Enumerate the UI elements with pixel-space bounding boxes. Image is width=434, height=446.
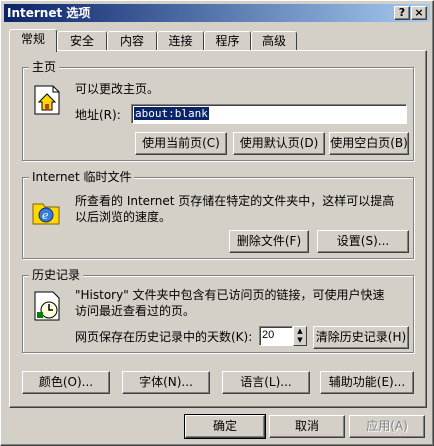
tab-advanced[interactable]: 高级 <box>251 31 297 51</box>
colors-label: 颜色(O)... <box>38 375 94 389</box>
svg-text:e: e <box>42 209 49 222</box>
tab-security[interactable]: 安全 <box>57 31 107 51</box>
delete-files-button[interactable]: 删除文件(F) <box>229 230 309 253</box>
cancel-label: 取消 <box>294 419 319 433</box>
temp-files-description-line1: 所查看的 Internet 页存储在特定的文件夹中，这样可以提高 <box>75 194 395 208</box>
accessibility-label: 辅助功能(E)... <box>328 375 406 389</box>
homepage-address-input[interactable]: about:blank <box>131 104 407 124</box>
home-page-icon <box>34 85 60 115</box>
apply-button[interactable]: 应用(A) <box>349 415 425 438</box>
fonts-button[interactable]: 字体(N)... <box>122 371 210 394</box>
help-button[interactable]: ? <box>394 6 410 20</box>
homepage-group-title: 主页 <box>29 60 60 74</box>
history-description-line2: 访问最近查看过的页。 <box>75 304 196 318</box>
history-days-input[interactable]: 20 <box>259 326 293 346</box>
temp-files-folder-icon: e <box>32 203 60 225</box>
use-current-label: 使用当前页(C) <box>142 136 220 150</box>
history-description-line1: "History" 文件夹中包含有已访问页的链接，可使用户快速 <box>75 288 385 302</box>
homepage-group: 主页 可以更改主页。 地址(R): about:blank 使用当前页(C) 使… <box>22 60 414 161</box>
close-button[interactable]: × <box>411 6 427 20</box>
history-group: 历史记录 "History" 文件夹中包含有已访问页的链接，可使用户快速 访问最… <box>22 268 414 353</box>
use-current-button[interactable]: 使用当前页(C) <box>135 132 227 155</box>
history-clock-icon <box>34 291 60 321</box>
clear-history-button[interactable]: 清除历史记录(H) <box>313 326 409 349</box>
ok-label: 确定 <box>212 419 237 433</box>
languages-label: 语言(L)... <box>240 375 292 389</box>
cancel-button[interactable]: 取消 <box>269 415 345 438</box>
address-value: about:blank <box>134 107 209 120</box>
window-title: Internet 选项 <box>7 6 91 20</box>
delete-files-label: 删除文件(F) <box>236 234 302 248</box>
history-days-label: 网页保存在历史记录中的天数(K): <box>75 330 253 344</box>
apply-label: 应用(A) <box>366 419 408 433</box>
temp-settings-label: 设置(S)... <box>336 234 390 248</box>
temp-settings-button[interactable]: 设置(S)... <box>317 230 409 253</box>
internet-options-dialog: Internet 选项 ? × 常规 安全 内容 连接 程序 高级 主页 可以更… <box>0 0 434 446</box>
clear-history-label: 清除历史记录(H) <box>315 330 407 344</box>
use-blank-button[interactable]: 使用空白页(B) <box>329 132 409 155</box>
general-tab-panel: 主页 可以更改主页。 地址(R): about:blank 使用当前页(C) 使… <box>9 50 427 408</box>
use-default-button[interactable]: 使用默认页(D) <box>233 132 325 155</box>
history-days-value: 20 <box>262 329 275 341</box>
title-bar: Internet 选项 ? × <box>4 4 430 22</box>
tab-connections[interactable]: 连接 <box>157 31 204 51</box>
accessibility-button[interactable]: 辅助功能(E)... <box>320 371 414 394</box>
tab-general[interactable]: 常规 <box>9 29 57 52</box>
fonts-label: 字体(N)... <box>139 375 193 389</box>
temp-files-group: Internet 临时文件 e 所查看的 Internet 页存储在特定的文件夹… <box>22 170 414 259</box>
history-days-spinner[interactable]: ▲ ▼ <box>293 326 307 346</box>
tab-programs[interactable]: 程序 <box>204 31 251 51</box>
history-group-title: 历史记录 <box>29 268 84 282</box>
tab-content[interactable]: 内容 <box>107 31 157 51</box>
colors-button[interactable]: 颜色(O)... <box>22 371 110 394</box>
ok-button[interactable]: 确定 <box>184 414 266 439</box>
temp-files-description-line2: 以后浏览的速度。 <box>75 210 172 224</box>
languages-button[interactable]: 语言(L)... <box>222 371 310 394</box>
homepage-description: 可以更改主页。 <box>75 82 160 96</box>
use-blank-label: 使用空白页(B) <box>330 136 408 150</box>
temp-files-group-title: Internet 临时文件 <box>29 170 135 184</box>
address-label: 地址(R): <box>75 108 121 122</box>
use-default-label: 使用默认页(D) <box>239 136 319 150</box>
